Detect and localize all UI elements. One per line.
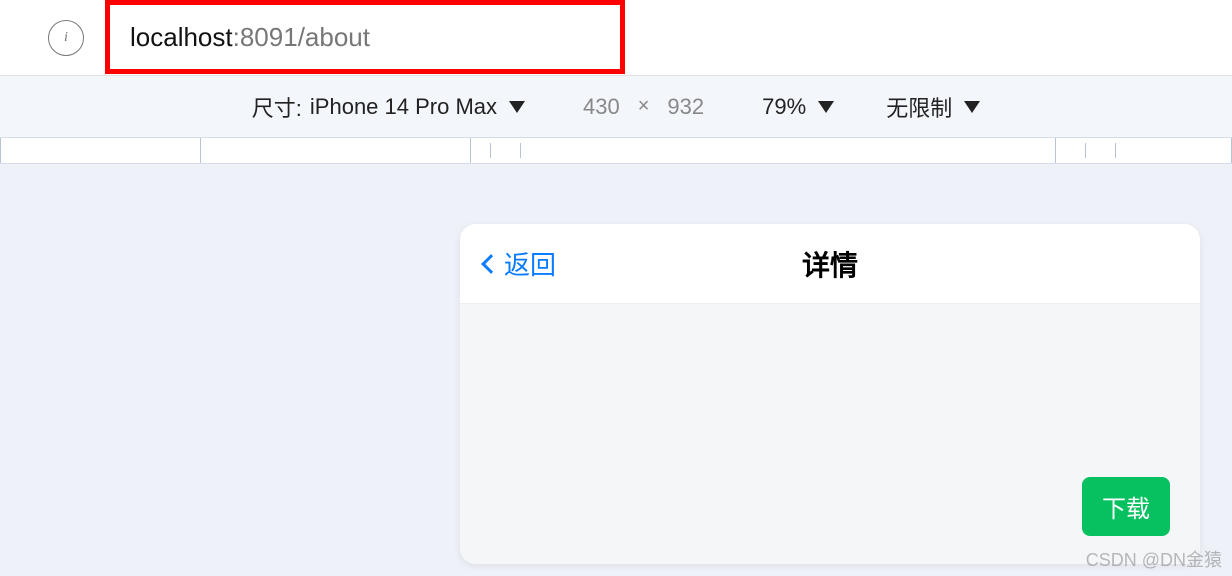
ruler-tick (1085, 143, 1086, 158)
throttle-value: 无限制 (886, 91, 952, 123)
size-label: 尺寸: (252, 91, 302, 123)
url-input[interactable]: localhost:8091/about (105, 0, 625, 74)
download-button[interactable]: 下载 (1082, 477, 1170, 536)
app-body: 下载 (460, 304, 1200, 564)
ruler-tick (200, 138, 201, 163)
info-icon[interactable]: i (48, 20, 84, 56)
page-title: 详情 (802, 244, 858, 284)
device-toolbar: 尺寸: iPhone 14 Pro Max 430 × 932 79% 无限制 (0, 76, 1232, 138)
zoom-value: 79% (762, 94, 806, 120)
chevron-left-icon (481, 254, 501, 274)
caret-down-icon (509, 101, 525, 113)
ruler-tick (0, 138, 1, 163)
device-name: iPhone 14 Pro Max (310, 94, 497, 120)
info-glyph: i (64, 30, 68, 46)
height-input[interactable]: 932 (661, 94, 710, 120)
back-button[interactable]: 返回 (460, 245, 556, 282)
caret-down-icon (818, 101, 834, 113)
throttle-selector[interactable]: 无限制 (886, 91, 980, 123)
viewport-area: 返回 详情 下载 CSDN @DN金猿 (0, 164, 1232, 576)
x-separator: × (634, 95, 654, 118)
url-host: localhost (130, 22, 233, 53)
device-selector[interactable]: 尺寸: iPhone 14 Pro Max (252, 91, 525, 123)
dimension-inputs: 430 × 932 (577, 94, 710, 120)
browser-address-bar: i localhost:8091/about (0, 0, 1232, 76)
url-path: :8091/about (233, 22, 370, 53)
device-frame: 返回 详情 下载 (460, 224, 1200, 564)
app-header: 返回 详情 (460, 224, 1200, 304)
ruler-tick (490, 143, 491, 158)
ruler-tick (520, 143, 521, 158)
back-label: 返回 (504, 245, 556, 282)
width-input[interactable]: 430 (577, 94, 626, 120)
caret-down-icon (964, 101, 980, 113)
ruler-tick (1055, 138, 1056, 163)
ruler-tick (470, 138, 471, 163)
ruler-tick (1115, 143, 1116, 158)
ruler (0, 138, 1232, 164)
zoom-selector[interactable]: 79% (762, 94, 834, 120)
